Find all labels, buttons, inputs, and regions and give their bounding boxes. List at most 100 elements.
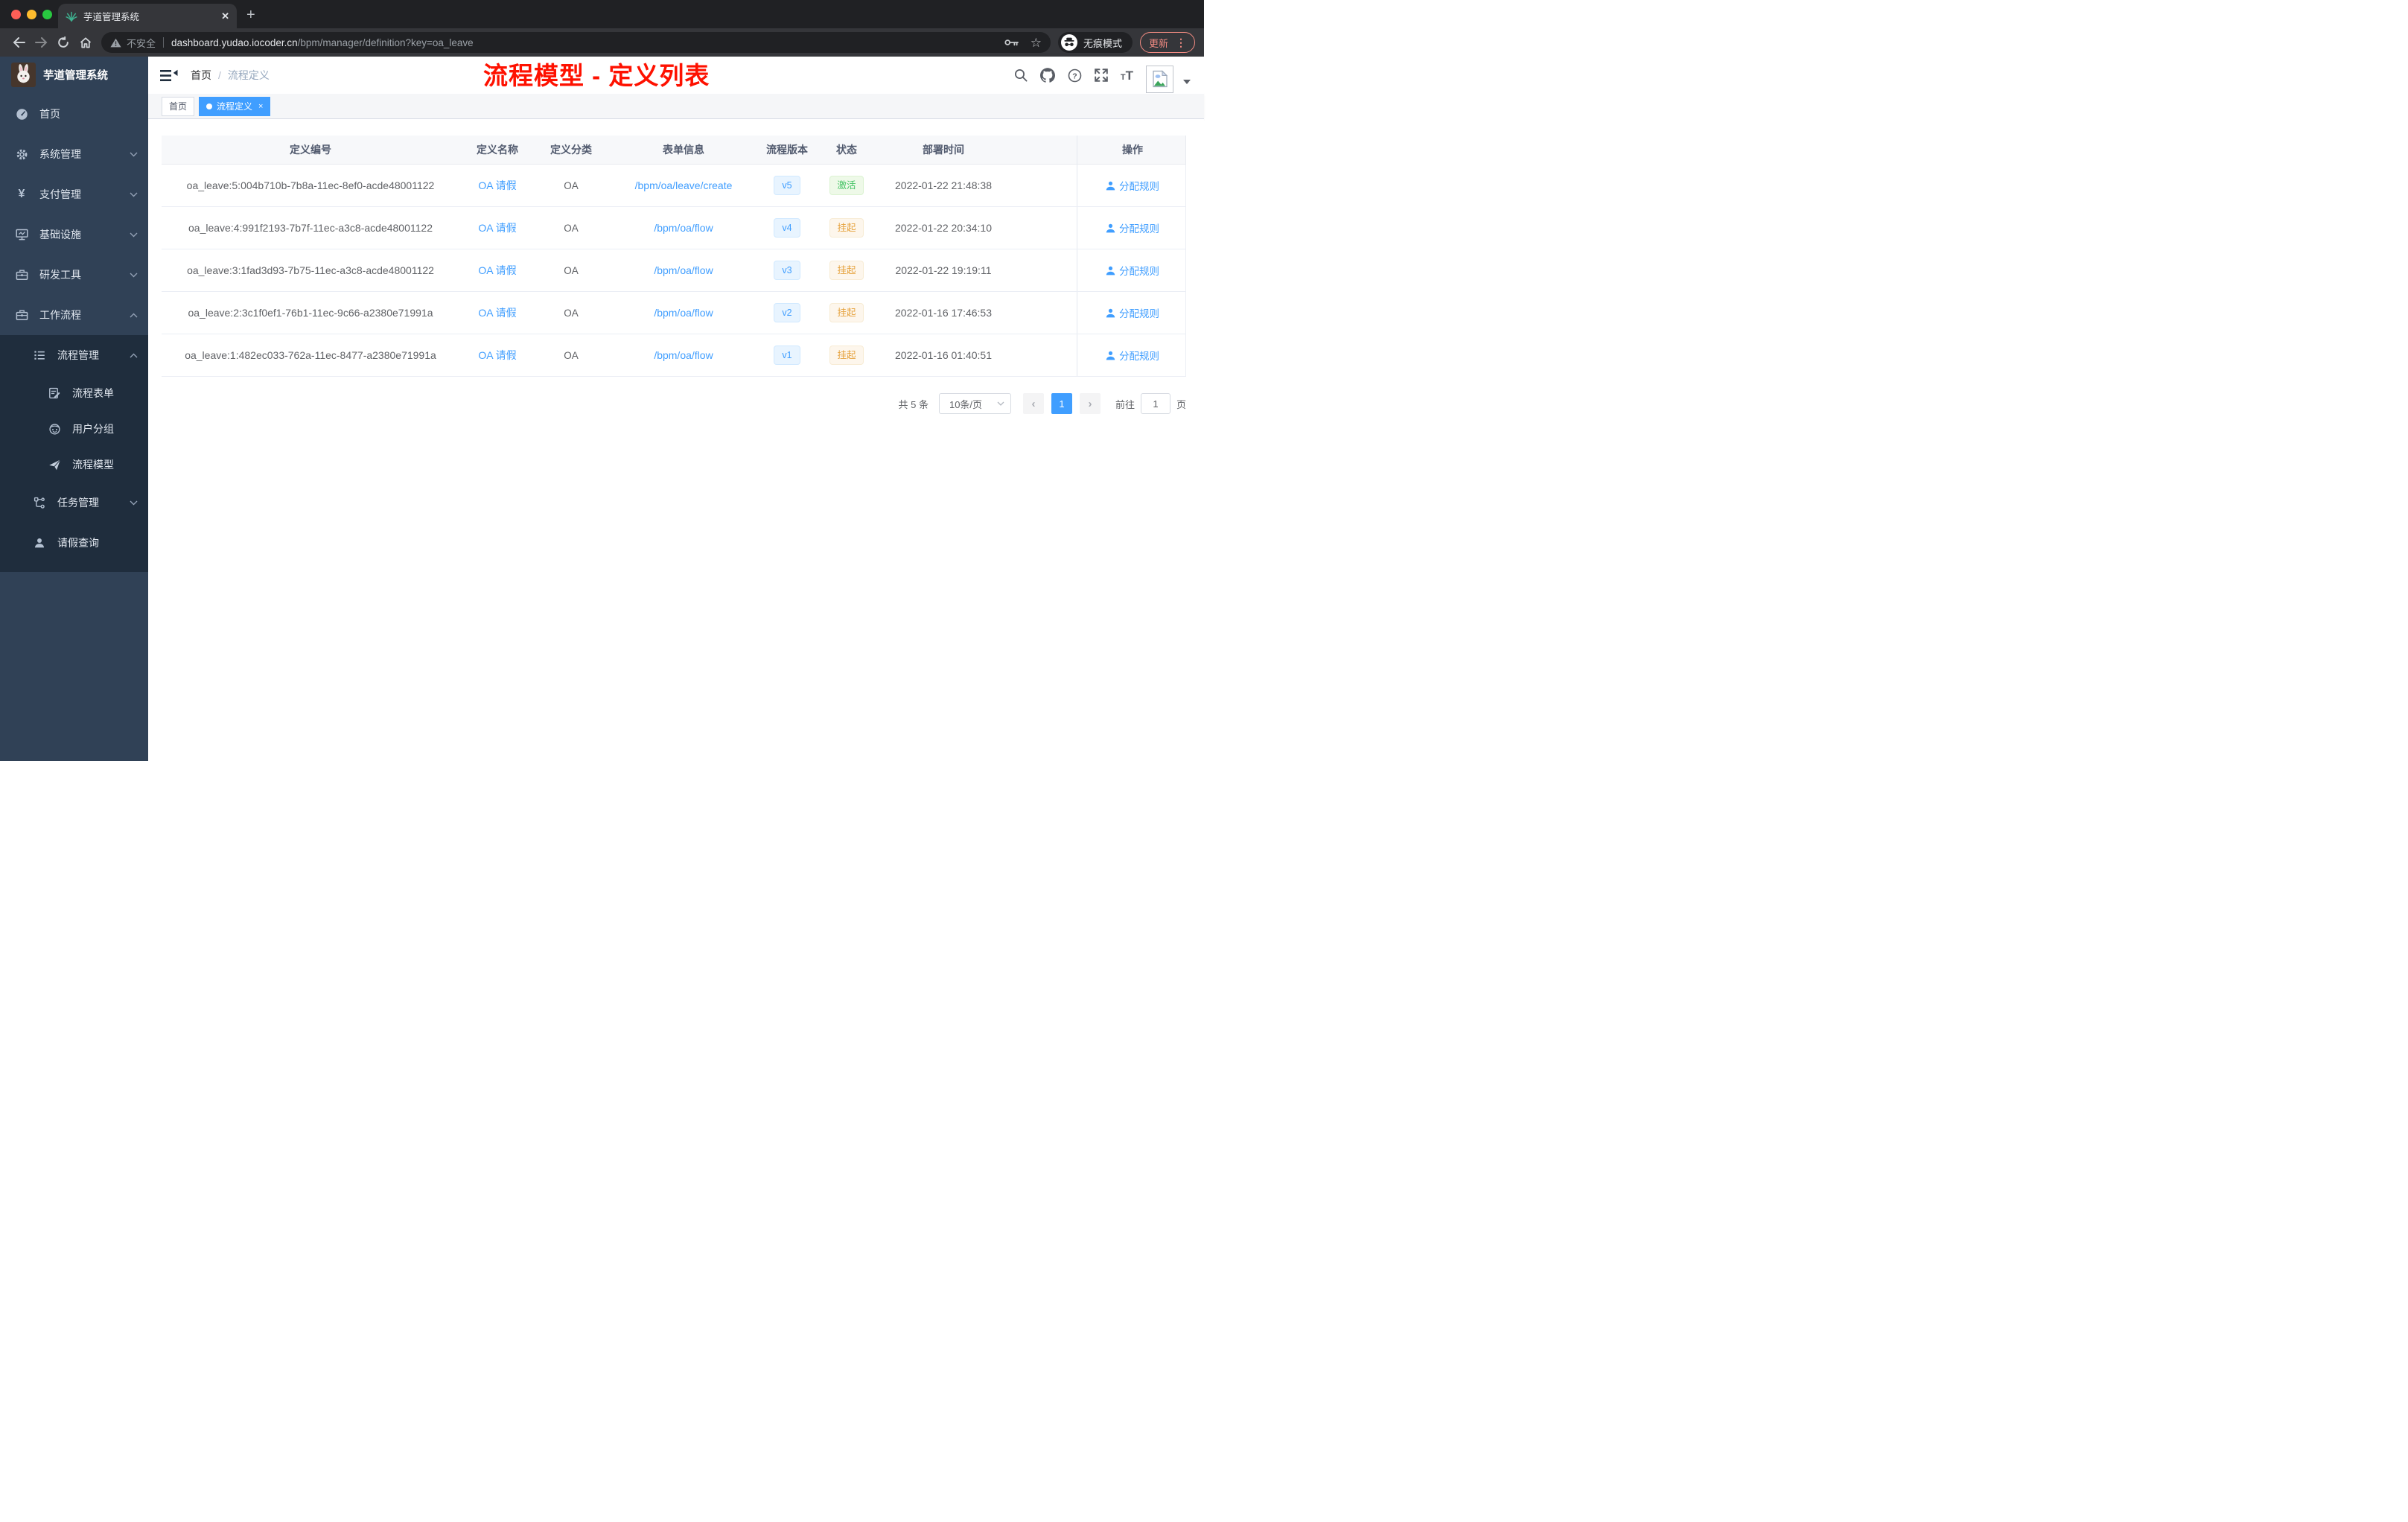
status-badge[interactable]: 挂起 [829,217,864,238]
definition-id: oa_leave:3:1fad3d93-7b75-11ec-a3c8-acde4… [187,264,434,276]
definition-name-link[interactable]: OA 请假 [478,305,516,320]
search-icon[interactable] [1014,69,1028,82]
sidebar-item-task-management[interactable]: 任务管理 [0,483,148,523]
incognito-badge: 无痕模式 [1057,32,1133,53]
caret-down-icon[interactable] [1183,79,1191,88]
sidebar-item-process-management[interactable]: 流程管理 [0,335,148,375]
current-page-button[interactable]: 1 [1051,393,1072,414]
chevron-down-icon [997,401,1004,406]
sidebar-item-process-model[interactable]: 流程模型 [0,447,148,483]
status-badge[interactable]: 挂起 [829,302,864,323]
window-controls[interactable] [11,10,52,19]
new-tab-icon[interactable]: + [246,7,255,24]
form-link[interactable]: /bpm/oa/flow [654,222,713,234]
home-icon[interactable] [74,36,97,48]
column-header: 定义名称 [477,144,518,156]
robot-icon [48,423,61,435]
definition-name-link[interactable]: OA 请假 [478,263,516,278]
tag-process-definition[interactable]: 流程定义 × [199,96,271,116]
incognito-icon [1060,34,1077,51]
github-icon[interactable] [1039,68,1055,83]
definition-id: oa_leave:2:3c1f0ef1-76b1-11ec-9c66-a2380… [188,307,433,319]
breadcrumb-home[interactable]: 首页 [191,68,211,83]
tab-close-icon[interactable]: ✕ [221,10,229,22]
address-bar[interactable]: 不安全 dashboard.yudao.iocoder.cn/bpm/manag… [101,32,1051,53]
table-row: oa_leave:1:482ec033-762a-11ec-8477-a2380… [162,334,1186,377]
sidebar-item-leave-query[interactable]: 请假查询 [0,523,148,563]
form-icon [48,387,61,399]
tag-close-icon[interactable]: × [258,102,263,111]
assign-rule-button[interactable]: 分配规则 [1106,305,1159,320]
table-header: 定义编号 定义名称 定义分类 表单信息 流程版本 状态 部署时间 操作 [162,136,1186,165]
browser-toolbar: 不安全 dashboard.yudao.iocoder.cn/bpm/manag… [0,28,1204,57]
chevron-down-icon [130,152,138,157]
minimize-window-button[interactable] [27,10,36,19]
assign-rule-button[interactable]: 分配规则 [1106,220,1159,235]
star-icon[interactable]: ☆ [1031,36,1042,49]
prev-page-button[interactable]: ‹ [1022,393,1044,414]
app-title: 芋道管理系统 [43,69,108,82]
sidebar-menu: 首页 系统管理 ¥ 支付管理 基础设施 研发工具 工作流程 流程管理 流程表单 … [0,94,148,572]
app-logo[interactable]: 芋道管理系统 [0,57,148,92]
yen-icon: ¥ [18,188,25,200]
browser-tab[interactable]: 芋道管理系统 ✕ [58,4,237,28]
deploy-time: 2022-01-22 19:19:11 [895,264,992,276]
tag-home[interactable]: 首页 [162,96,195,116]
url-path[interactable]: /bpm/manager/definition?key=oa_leave [298,37,474,48]
sidebar-item-label: 研发工具 [39,269,81,281]
update-button[interactable]: 更新 ⋮ [1139,32,1195,53]
assign-rule-button[interactable]: 分配规则 [1106,263,1159,278]
help-icon[interactable]: ? [1068,69,1082,83]
sidebar-item-label: 请假查询 [57,537,99,549]
close-window-button[interactable] [11,10,21,19]
fullscreen-icon[interactable] [1095,69,1108,82]
status-badge[interactable]: 挂起 [829,260,864,281]
definition-name-link[interactable]: OA 请假 [478,178,516,193]
more-menu-icon[interactable]: ⋮ [1176,36,1186,49]
sidebar-item-system[interactable]: 系统管理 [0,134,148,174]
sidebar-item-label: 首页 [39,108,60,120]
status-badge[interactable]: 挂起 [829,345,864,366]
page-size-select[interactable]: 10条/页 [938,393,1011,414]
chevron-up-icon [130,353,138,358]
active-dot [206,103,213,109]
next-page-button[interactable]: › [1079,393,1101,414]
form-link[interactable]: /bpm/oa/flow [654,307,713,319]
security-label[interactable]: 不安全 [127,36,156,50]
sidebar-item-home[interactable]: 首页 [0,94,148,134]
sidebar-item-infrastructure[interactable]: 基础设施 [0,214,148,255]
font-size-icon[interactable]: TT [1121,69,1133,82]
forward-icon[interactable] [30,37,52,48]
column-header: 流程版本 [766,144,808,156]
form-link[interactable]: /bpm/oa/flow [654,349,713,361]
sidebar-item-process-form[interactable]: 流程表单 [0,375,148,411]
goto-page-input[interactable] [1140,393,1170,414]
definition-name-link[interactable]: OA 请假 [478,348,516,363]
tag-label: 流程定义 [217,101,253,112]
chevron-down-icon [130,273,138,278]
chevron-down-icon [130,232,138,238]
key-icon[interactable] [1004,38,1019,47]
sidebar-item-dev-tools[interactable]: 研发工具 [0,255,148,295]
sidebar-item-label: 用户分组 [72,423,114,435]
zoom-window-button[interactable] [42,10,52,19]
chevron-down-icon [130,500,138,506]
url-host[interactable]: dashboard.yudao.iocoder.cn [171,37,298,48]
form-link[interactable]: /bpm/oa/flow [654,264,713,276]
sidebar-fold-icon[interactable] [160,69,178,82]
sidebar-item-user-group[interactable]: 用户分组 [0,411,148,447]
form-link[interactable]: /bpm/oa/leave/create [635,179,733,191]
definition-category: OA [564,307,579,319]
definition-name-link[interactable]: OA 请假 [478,220,516,235]
browser-tab-strip: 芋道管理系统 ✕ + [0,0,1204,28]
sidebar-item-payment[interactable]: ¥ 支付管理 [0,174,148,214]
table-row: oa_leave:2:3c1f0ef1-76b1-11ec-9c66-a2380… [162,292,1186,334]
back-icon[interactable] [7,37,30,48]
status-badge[interactable]: 激活 [829,175,864,196]
sidebar-item-workflow[interactable]: 工作流程 [0,295,148,335]
reload-icon[interactable] [52,36,74,48]
user-avatar[interactable] [1146,65,1173,93]
assign-rule-button[interactable]: 分配规则 [1106,348,1159,363]
warning-icon[interactable] [110,38,121,48]
assign-rule-button[interactable]: 分配规则 [1106,178,1159,193]
